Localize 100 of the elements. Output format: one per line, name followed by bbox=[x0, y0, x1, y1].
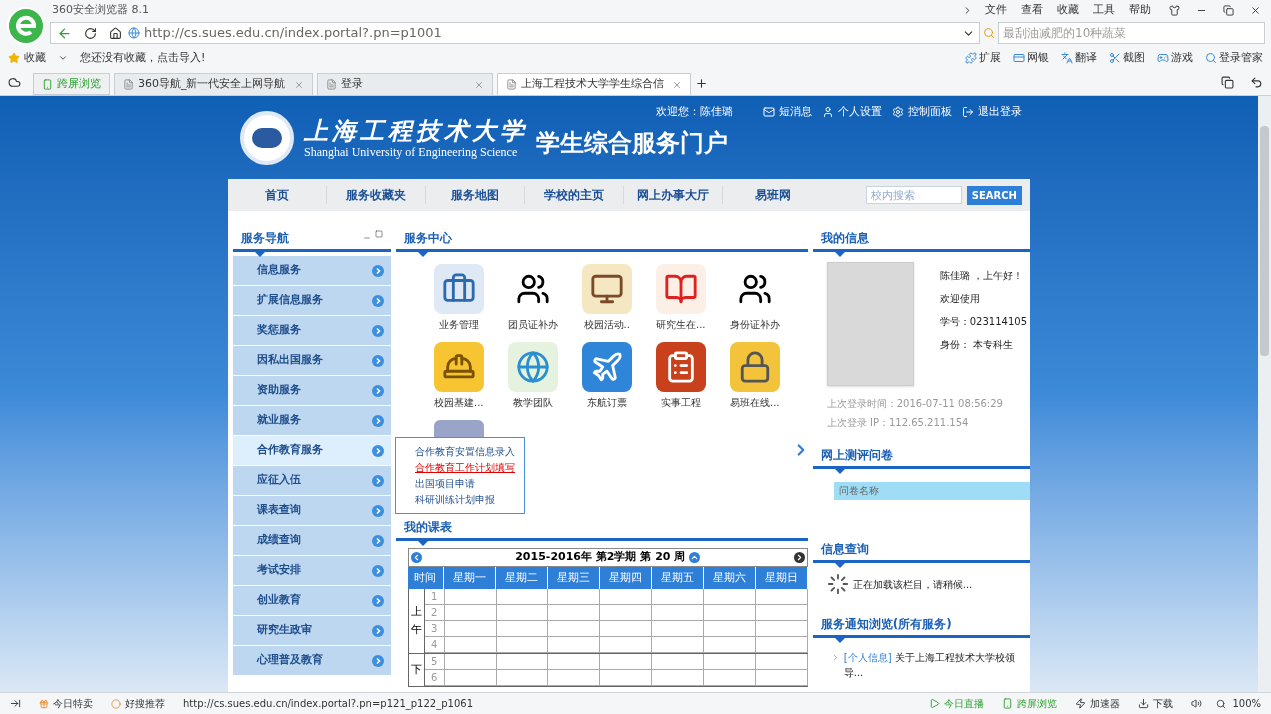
chevron-circle-icon[interactable] bbox=[371, 654, 384, 667]
browser-logo[interactable] bbox=[7, 7, 45, 45]
browser-tab[interactable]: 360导航_新一代安全上网导航 bbox=[114, 73, 313, 95]
extension-icon[interactable] bbox=[1061, 52, 1073, 64]
nav-item[interactable]: 服务收藏夹 bbox=[327, 186, 426, 204]
chevron-circle-icon[interactable] bbox=[371, 504, 384, 517]
plane-icon[interactable] bbox=[581, 342, 632, 392]
window-icon[interactable] bbox=[374, 230, 383, 238]
reload-icon[interactable] bbox=[84, 26, 97, 40]
shirt-icon[interactable] bbox=[1169, 4, 1180, 16]
lightning-icon[interactable] bbox=[1075, 698, 1087, 709]
submenu-link[interactable]: 合作教育安置信息录入 bbox=[415, 444, 515, 459]
app-label[interactable]: 团员证补办 bbox=[507, 317, 558, 332]
previous-week-icon[interactable] bbox=[410, 552, 422, 563]
header-link[interactable]: 控制面板 bbox=[908, 104, 952, 121]
globe-icon[interactable] bbox=[507, 342, 558, 392]
nav-item[interactable]: 易班网 bbox=[723, 186, 822, 204]
menu-item[interactable]: 文件 bbox=[985, 1, 1007, 19]
restore-icon[interactable] bbox=[1223, 4, 1234, 16]
chevron-circle-icon[interactable] bbox=[371, 264, 384, 277]
status-link[interactable]: 加速器 bbox=[1090, 696, 1121, 711]
menu-item[interactable]: 帮助 bbox=[1129, 1, 1151, 19]
dot-icon[interactable] bbox=[111, 698, 121, 709]
menu-item[interactable]: 工具 bbox=[1093, 1, 1115, 19]
gift-icon[interactable] bbox=[39, 698, 49, 709]
extension-button[interactable]: 截图 bbox=[1123, 49, 1145, 67]
sidebar-item[interactable]: 考试安排 bbox=[233, 556, 391, 586]
browser-tab[interactable]: 登录 bbox=[316, 73, 493, 95]
chevron-circle-icon[interactable] bbox=[371, 384, 384, 397]
phone-icon[interactable] bbox=[1002, 698, 1014, 709]
tabs-icon[interactable] bbox=[1221, 76, 1234, 89]
status-link[interactable]: 今日特卖 bbox=[53, 696, 93, 711]
sidebar-item[interactable]: 资助服务 bbox=[233, 376, 391, 406]
phone-icon[interactable] bbox=[42, 78, 53, 90]
extension-button[interactable]: 游戏 bbox=[1171, 49, 1193, 67]
current-week-icon[interactable] bbox=[689, 552, 701, 563]
site-search-field[interactable]: 校内搜索 bbox=[865, 186, 962, 204]
back-icon[interactable] bbox=[57, 25, 72, 41]
app-label[interactable]: 业务管理 bbox=[438, 317, 479, 332]
bookmarks-button[interactable]: 收藏 bbox=[24, 49, 46, 67]
close-icon[interactable] bbox=[1250, 4, 1261, 16]
extension-icon[interactable] bbox=[1157, 52, 1169, 64]
extension-icon[interactable] bbox=[965, 52, 977, 64]
sidebar-item[interactable]: 奖惩服务 bbox=[233, 316, 391, 346]
app-label[interactable]: 身份证补办 bbox=[729, 317, 780, 332]
sidebar-item[interactable]: 因私出国服务 bbox=[233, 346, 391, 376]
extension-button[interactable]: 登录管家 bbox=[1219, 49, 1263, 67]
sidebar-item[interactable]: 扩展信息服务 bbox=[233, 286, 391, 316]
status-link[interactable]: 下载 bbox=[1153, 696, 1174, 711]
search-field[interactable]: 最刮油减肥的10种蔬菜 bbox=[998, 22, 1265, 44]
app-label[interactable]: 校园基建... bbox=[433, 395, 484, 410]
sidebar-item[interactable]: 课表查询 bbox=[233, 496, 391, 526]
extension-button[interactable]: 翻译 bbox=[1075, 49, 1097, 67]
status-link[interactable]: 好搜推荐 bbox=[125, 696, 165, 711]
next-week-icon[interactable] bbox=[793, 552, 805, 563]
header-link[interactable]: 短消息 bbox=[779, 104, 812, 121]
extension-icon[interactable] bbox=[1013, 52, 1025, 64]
sidebar-item[interactable]: 信息服务 bbox=[233, 256, 391, 286]
nav-item[interactable]: 网上办事大厅 bbox=[624, 186, 723, 204]
download-icon[interactable] bbox=[1138, 698, 1150, 709]
hard-hat-icon[interactable] bbox=[433, 342, 484, 392]
app-label[interactable]: 东航订票 bbox=[586, 395, 627, 410]
play-icon[interactable] bbox=[929, 698, 941, 709]
chevron-circle-icon[interactable] bbox=[371, 564, 384, 577]
menu-item[interactable]: 查看 bbox=[1021, 1, 1043, 19]
app-label[interactable]: 易班在线... bbox=[729, 395, 780, 410]
book-icon[interactable] bbox=[655, 264, 706, 314]
sidebar-toggle-icon[interactable] bbox=[10, 698, 21, 709]
sidebar-item[interactable]: 创业教育 bbox=[233, 586, 391, 616]
app-label[interactable]: 校园活动.. bbox=[583, 317, 630, 332]
mail-icon[interactable] bbox=[763, 106, 775, 119]
sidebar-item[interactable]: 就业服务 bbox=[233, 406, 391, 436]
chevron-circle-icon[interactable] bbox=[371, 324, 384, 337]
chevron-circle-icon[interactable] bbox=[371, 294, 384, 307]
volume-icon[interactable] bbox=[1191, 698, 1203, 709]
menu-item[interactable]: 收藏 bbox=[1057, 1, 1079, 19]
new-tab-icon[interactable] bbox=[694, 77, 708, 90]
nav-item[interactable]: 学校的主页 bbox=[525, 186, 624, 204]
chevron-circle-icon[interactable] bbox=[371, 414, 384, 427]
chevron-circle-icon[interactable] bbox=[371, 354, 384, 367]
submenu-link[interactable]: 合作教育工作计划填写 bbox=[415, 460, 515, 475]
lock-icon[interactable] bbox=[729, 342, 780, 392]
sidebar-item[interactable]: 研究生政审 bbox=[233, 616, 391, 646]
header-link[interactable]: 个人设置 bbox=[838, 104, 882, 121]
undo-icon[interactable] bbox=[1250, 76, 1263, 89]
nav-item[interactable]: 首页 bbox=[228, 186, 327, 204]
search-button[interactable]: SEARCH bbox=[966, 185, 1022, 205]
app-label[interactable]: 研究生在... bbox=[655, 317, 706, 332]
zoom-level[interactable]: 100% bbox=[1232, 696, 1261, 711]
logout-icon[interactable] bbox=[962, 106, 974, 119]
cloud-icon[interactable] bbox=[8, 76, 21, 89]
chevron-circle-icon[interactable] bbox=[371, 444, 384, 457]
browser-tab[interactable]: 上海工程技术大学学生综合信 bbox=[496, 73, 691, 95]
home-icon[interactable] bbox=[109, 26, 122, 40]
submenu-link[interactable]: 出国项目申请 bbox=[415, 476, 475, 491]
kiosk-icon[interactable] bbox=[581, 264, 632, 314]
nav-item[interactable]: 服务地图 bbox=[426, 186, 525, 204]
extension-icon[interactable] bbox=[1205, 52, 1217, 64]
sidebar-item[interactable]: 合作教育服务 bbox=[233, 436, 391, 466]
extension-button[interactable]: 扩展 bbox=[979, 49, 1001, 67]
